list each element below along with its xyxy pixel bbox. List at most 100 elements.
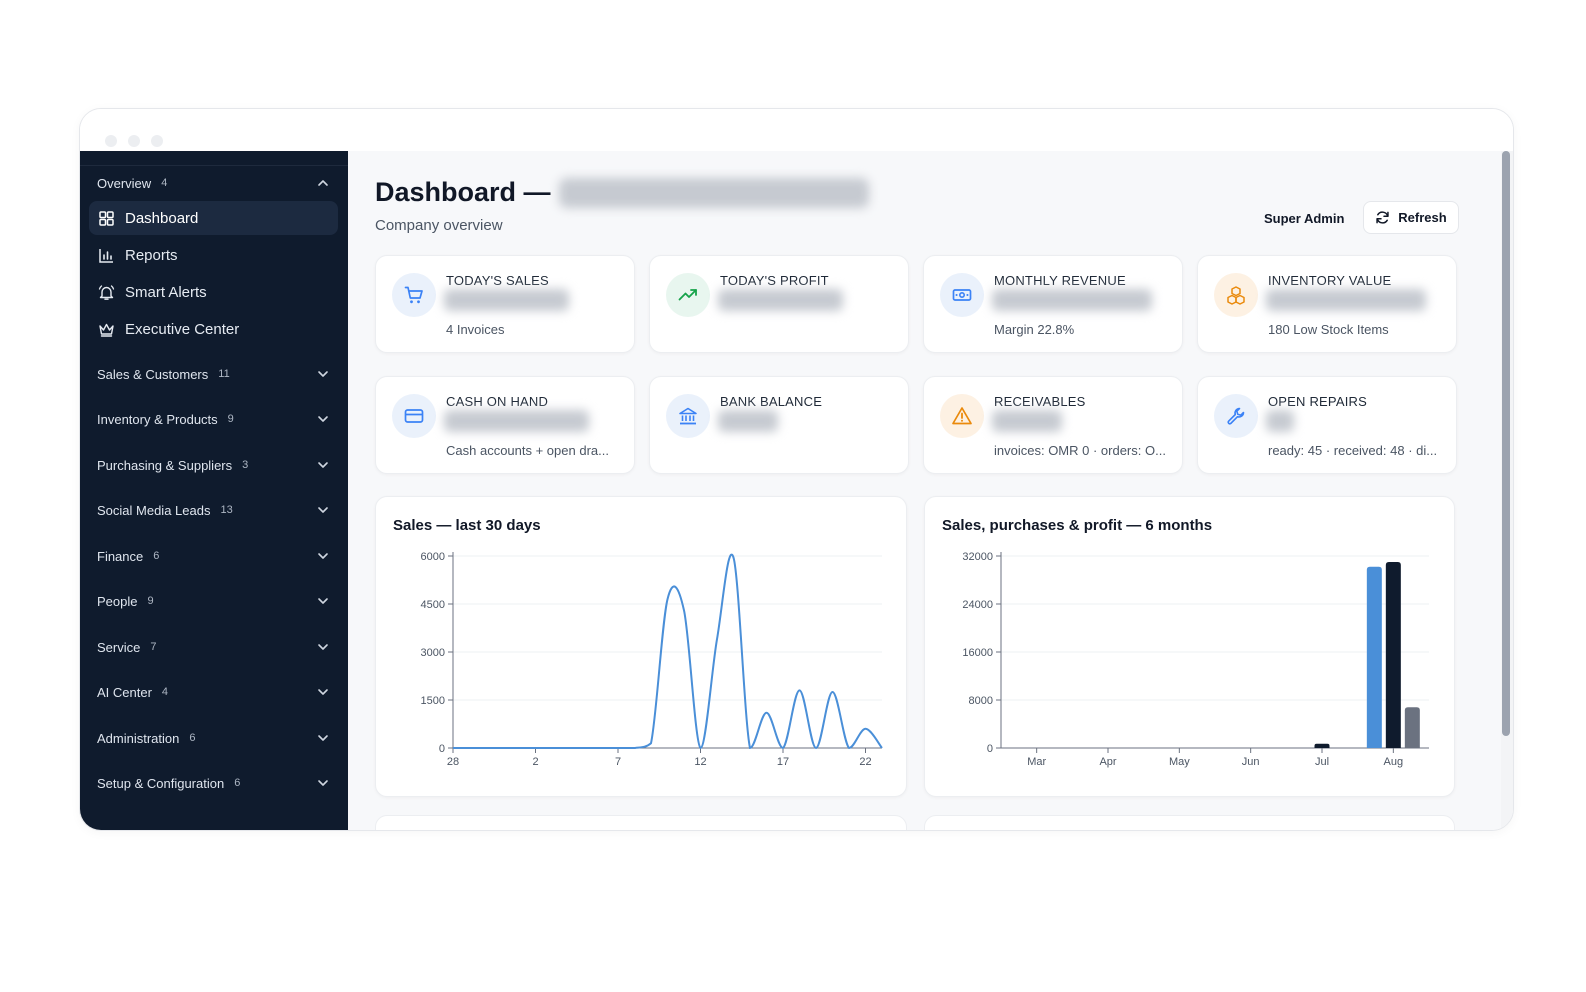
sidebar-item-label: Reports	[125, 246, 178, 264]
kpi-subtext: 4 Invoices	[446, 322, 505, 337]
x-tick-label: 22	[859, 756, 871, 768]
sidebar-item-dashboard[interactable]: Dashboard	[89, 201, 338, 235]
sidebar-group-count: 9	[227, 413, 234, 425]
banknote-icon	[940, 273, 984, 317]
page-title: Dashboard —	[375, 177, 869, 208]
sidebar-item-reports[interactable]: Reports	[89, 238, 338, 272]
window-close-dot[interactable]	[105, 135, 117, 147]
sidebar-group-label: Overview	[97, 175, 152, 191]
bar-aug-series-3	[1404, 707, 1420, 748]
scrollbar-thumb[interactable]	[1502, 151, 1510, 736]
kpi-subtext: ready: 45 · received: 48 · di...	[1268, 443, 1438, 458]
bar-aug-series-1	[1366, 566, 1382, 748]
bar-chart-icon	[98, 247, 115, 264]
kpi-label: OPEN REPAIRS	[1268, 394, 1367, 409]
kpi-card-bank-balance[interactable]: BANK BALANCE	[649, 376, 909, 474]
kpi-label: TODAY'S PROFIT	[720, 273, 829, 288]
sidebar-group-social-media-leads[interactable]: Social Media Leads 13	[80, 490, 348, 530]
kpi-card-receivables[interactable]: RECEIVABLES invoices: OMR 0 · orders: O.…	[923, 376, 1183, 474]
boxes-icon	[1214, 273, 1258, 317]
y-tick-label: 0	[987, 743, 993, 755]
kpi-card-cash-on-hand[interactable]: CASH ON HAND Cash accounts + open dra...	[375, 376, 635, 474]
kpi-value-redacted	[718, 410, 778, 432]
sidebar-group-sales-customers[interactable]: Sales & Customers 11	[80, 354, 348, 394]
sales-line-chart: 0 1500 3000 4500 6000 28 2 7 12 17 22	[421, 551, 883, 768]
bell-icon	[98, 284, 115, 301]
vertical-scrollbar[interactable]	[1501, 151, 1513, 830]
sidebar-group-ai-center[interactable]: AI Center 4	[80, 672, 348, 712]
chevron-down-icon	[318, 644, 328, 650]
sidebar-group-label: Administration	[97, 730, 180, 746]
y-tick-label: 4500	[421, 599, 445, 611]
kpi-subtext: 180 Low Stock Items	[1268, 322, 1389, 337]
trending-up-icon	[666, 273, 710, 317]
sidebar-group-setup-configuration[interactable]: Setup & Configuration 6	[80, 763, 348, 803]
sidebar-group-finance[interactable]: Finance 6	[80, 536, 348, 576]
x-tick-label: Apr	[1099, 756, 1116, 768]
kpi-label: CASH ON HAND	[446, 394, 549, 409]
kpi-value-redacted	[1266, 410, 1294, 432]
sidebar: Overview 4 Dashboard Reports Smart Alert…	[80, 151, 348, 830]
sidebar-group-label: Service	[97, 639, 141, 655]
sidebar-group-label: Setup & Configuration	[97, 775, 225, 791]
chevron-down-icon	[318, 553, 328, 559]
bank-icon	[666, 394, 710, 438]
next-card-preview	[924, 815, 1455, 830]
chevron-down-icon	[318, 371, 328, 377]
sidebar-group-count: 4	[161, 686, 169, 698]
x-tick-label: Aug	[1384, 756, 1404, 768]
app-window: Overview 4 Dashboard Reports Smart Alert…	[79, 108, 1514, 831]
sidebar-group-inventory-products[interactable]: Inventory & Products 9	[80, 399, 348, 439]
sidebar-group-label: AI Center	[97, 684, 152, 700]
x-tick-label: Jun	[1242, 756, 1260, 768]
sidebar-group-overview[interactable]: Overview 4	[80, 163, 348, 203]
y-tick-label: 24000	[962, 599, 993, 611]
kpi-value-redacted	[992, 410, 1062, 432]
bar-aug-series-2	[1385, 562, 1401, 748]
sidebar-item-label: Smart Alerts	[125, 283, 207, 301]
kpi-subtext: Margin 22.8%	[994, 322, 1075, 337]
kpi-label: MONTHLY REVENUE	[994, 273, 1126, 288]
kpi-card-todays-profit[interactable]: TODAY'S PROFIT	[649, 255, 909, 353]
app-body: Overview 4 Dashboard Reports Smart Alert…	[80, 151, 1513, 830]
kpi-card-open-repairs[interactable]: OPEN REPAIRS ready: 45 · received: 48 · …	[1197, 376, 1457, 474]
sidebar-group-count: 3	[242, 459, 249, 471]
window-minimize-dot[interactable]	[128, 135, 140, 147]
warning-icon	[940, 394, 984, 438]
y-tick-label: 0	[439, 743, 445, 755]
six-month-summary-card: Sales, purchases & profit — 6 months 0 80…	[924, 496, 1455, 797]
kpi-card-inventory-value[interactable]: INVENTORY VALUE 180 Low Stock Items	[1197, 255, 1457, 353]
x-tick-label: Jul	[1315, 756, 1329, 768]
window-maximize-dot[interactable]	[151, 135, 163, 147]
sidebar-group-count: 7	[150, 641, 157, 653]
grid-icon	[98, 210, 115, 227]
refresh-button[interactable]: Refresh	[1363, 201, 1459, 234]
kpi-card-todays-sales[interactable]: TODAY'S SALES 4 Invoices	[375, 255, 635, 353]
chevron-down-icon	[318, 689, 328, 695]
sidebar-group-people[interactable]: People 9	[80, 581, 348, 621]
chevron-up-icon	[318, 180, 328, 186]
cart-icon	[392, 273, 436, 317]
x-tick-label: 2	[532, 756, 538, 768]
sidebar-item-executive-center[interactable]: Executive Center	[89, 312, 338, 346]
sidebar-item-smart-alerts[interactable]: Smart Alerts	[89, 275, 338, 309]
refresh-icon	[1376, 211, 1389, 224]
x-tick-label: 12	[694, 756, 706, 768]
sidebar-group-count: 4	[161, 177, 168, 189]
kpi-value-redacted	[718, 289, 843, 311]
sidebar-group-count: 6	[153, 550, 160, 562]
kpi-subtext: invoices: OMR 0 · orders: O...	[994, 443, 1166, 458]
kpi-value-redacted	[444, 410, 589, 432]
crown-icon	[98, 321, 115, 338]
kpi-value-redacted	[1266, 289, 1426, 311]
y-tick-label: 32000	[962, 551, 993, 563]
bar-jul-series-2	[1314, 743, 1330, 748]
kpi-card-monthly-revenue[interactable]: MONTHLY REVENUE Margin 22.8%	[923, 255, 1183, 353]
company-name-redacted	[558, 177, 869, 208]
sidebar-group-service[interactable]: Service 7	[80, 627, 348, 667]
sidebar-group-administration[interactable]: Administration 6	[80, 718, 348, 758]
sidebar-group-purchasing-suppliers[interactable]: Purchasing & Suppliers 3	[80, 445, 348, 485]
sidebar-group-label: Purchasing & Suppliers	[97, 457, 233, 473]
sidebar-group-count: 9	[147, 595, 154, 607]
sidebar-group-count: 13	[220, 504, 233, 516]
